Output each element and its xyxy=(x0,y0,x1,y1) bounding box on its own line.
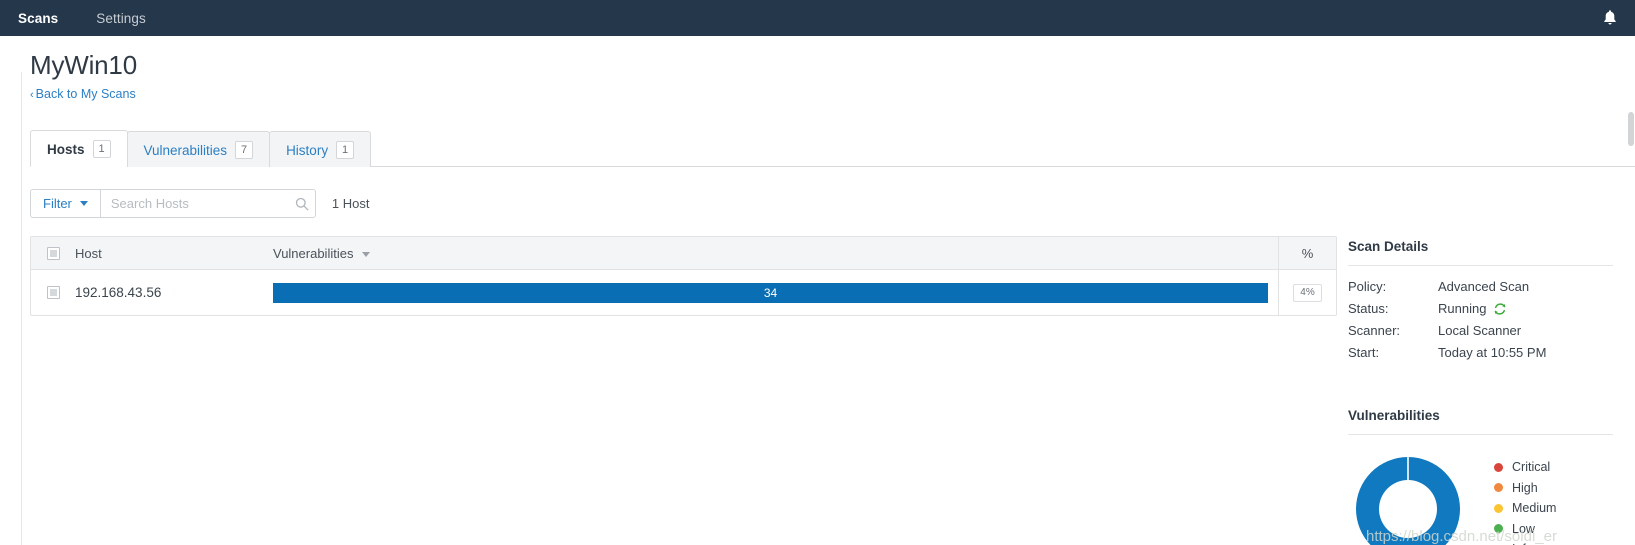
legend-dot-medium xyxy=(1494,503,1503,513)
detail-row-status: Status: Running xyxy=(1348,298,1635,320)
table-header-row: Host Vulnerabilities % xyxy=(31,236,1336,270)
detail-row-scanner: Scanner: Local Scanner xyxy=(1348,320,1635,342)
legend-label-medium: Medium xyxy=(1512,501,1557,516)
refresh-spinner-icon xyxy=(1493,302,1507,316)
legend-label-high: High xyxy=(1512,480,1538,495)
nav-item-scans[interactable]: Scans xyxy=(18,11,58,26)
detail-label-scanner: Scanner: xyxy=(1348,323,1401,338)
divider xyxy=(1348,265,1613,266)
tab-vulnerabilities[interactable]: Vulnerabilities 7 xyxy=(126,131,271,167)
nav-item-settings[interactable]: Settings xyxy=(96,11,146,26)
search-field-wrapper xyxy=(99,189,316,218)
percent-badge: 4% xyxy=(1293,283,1322,302)
search-input[interactable] xyxy=(99,189,316,218)
legend-label-low: Low xyxy=(1512,521,1535,536)
cell-vulnerability-bar[interactable]: 34 xyxy=(273,282,1278,303)
detail-row-start: Start: Today at 10:55 PM xyxy=(1348,342,1635,364)
vulnerabilities-chart: Critical High Medium Low Info xyxy=(1348,449,1635,545)
sort-descending-icon xyxy=(362,251,371,257)
tab-history-badge: 1 xyxy=(336,141,355,159)
host-count-label: 1 Host xyxy=(331,196,370,211)
filter-button[interactable]: Filter xyxy=(30,189,100,218)
cell-host[interactable]: 192.168.43.56 xyxy=(75,285,273,300)
detail-label-status: Status: xyxy=(1348,301,1389,316)
legend-item-info[interactable]: Info xyxy=(1494,539,1556,545)
filter-button-label: Filter xyxy=(43,196,72,211)
left-gutter xyxy=(0,72,22,545)
bell-icon[interactable] xyxy=(1601,8,1619,28)
tab-hosts-badge: 1 xyxy=(92,140,111,158)
back-to-my-scans-link[interactable]: ‹ Back to My Scans xyxy=(30,87,136,101)
scan-details-heading: Scan Details xyxy=(1348,239,1429,254)
row-checkbox[interactable] xyxy=(46,286,60,299)
vulnerabilities-heading: Vulnerabilities xyxy=(1348,408,1440,423)
detail-value-scanner: Local Scanner xyxy=(1438,323,1522,338)
detail-value-start: Today at 10:55 PM xyxy=(1438,345,1547,360)
tab-vulnerabilities-badge: 7 xyxy=(235,141,254,159)
legend-item-critical[interactable]: Critical xyxy=(1494,457,1556,478)
select-all-checkbox[interactable] xyxy=(46,246,60,260)
page-body: MyWin10 ‹ Back to My Scans Hosts 1 Vulner… xyxy=(0,36,1635,545)
detail-label-start: Start: xyxy=(1348,345,1380,360)
cell-percent: 4% xyxy=(1278,270,1336,315)
vulnerability-bar-track: 34 xyxy=(273,282,1268,303)
tab-history[interactable]: History 1 xyxy=(269,131,372,167)
detail-value-status: Running xyxy=(1438,301,1487,316)
row-checkbox-cell xyxy=(31,286,75,299)
select-all-checkbox-cell xyxy=(31,246,75,260)
legend-dot-high xyxy=(1494,483,1503,493)
detail-row-policy: Policy: Advanced Scan xyxy=(1348,276,1635,298)
table-row[interactable]: 192.168.43.56 34 4% xyxy=(31,270,1336,315)
legend-item-medium[interactable]: Medium xyxy=(1494,498,1556,519)
legend-label-critical: Critical xyxy=(1512,460,1551,475)
column-header-percent: % xyxy=(1278,236,1336,270)
tab-hosts-label: Hosts xyxy=(47,141,85,157)
hosts-table: Host Vulnerabilities % 192.168.43.56 34 xyxy=(30,236,1337,316)
chevron-left-icon: ‹ xyxy=(30,89,34,101)
column-header-vulnerabilities[interactable]: Vulnerabilities xyxy=(273,246,1278,261)
tab-vulnerabilities-label: Vulnerabilities xyxy=(143,142,228,158)
column-header-vulnerabilities-label: Vulnerabilities xyxy=(273,245,354,261)
detail-value-policy: Advanced Scan xyxy=(1438,279,1530,294)
column-header-host[interactable]: Host xyxy=(75,246,273,261)
detail-label-policy: Policy: xyxy=(1348,279,1387,294)
scan-details-panel: Scan Details Policy: Advanced Scan Statu… xyxy=(1348,36,1635,545)
legend-item-high[interactable]: High xyxy=(1494,478,1556,499)
legend-item-low[interactable]: Low xyxy=(1494,519,1556,540)
tab-history-label: History xyxy=(286,142,329,158)
back-link-label: Back to My Scans xyxy=(35,87,136,101)
donut-chart[interactable] xyxy=(1348,449,1468,545)
legend-dot-low xyxy=(1494,524,1503,534)
divider-vulnerabilities xyxy=(1348,434,1613,435)
detail-value-status-wrapper: Running xyxy=(1438,298,1507,320)
tab-hosts[interactable]: Hosts 1 xyxy=(30,130,128,167)
top-navigation-bar: Scans Settings xyxy=(0,0,1635,36)
vulnerability-bar-info-segment: 34 xyxy=(273,282,1268,303)
chevron-down-icon xyxy=(79,201,88,206)
search-icon[interactable] xyxy=(295,197,309,211)
legend-dot-critical xyxy=(1494,462,1503,472)
chart-legend: Critical High Medium Low Info xyxy=(1494,449,1556,545)
